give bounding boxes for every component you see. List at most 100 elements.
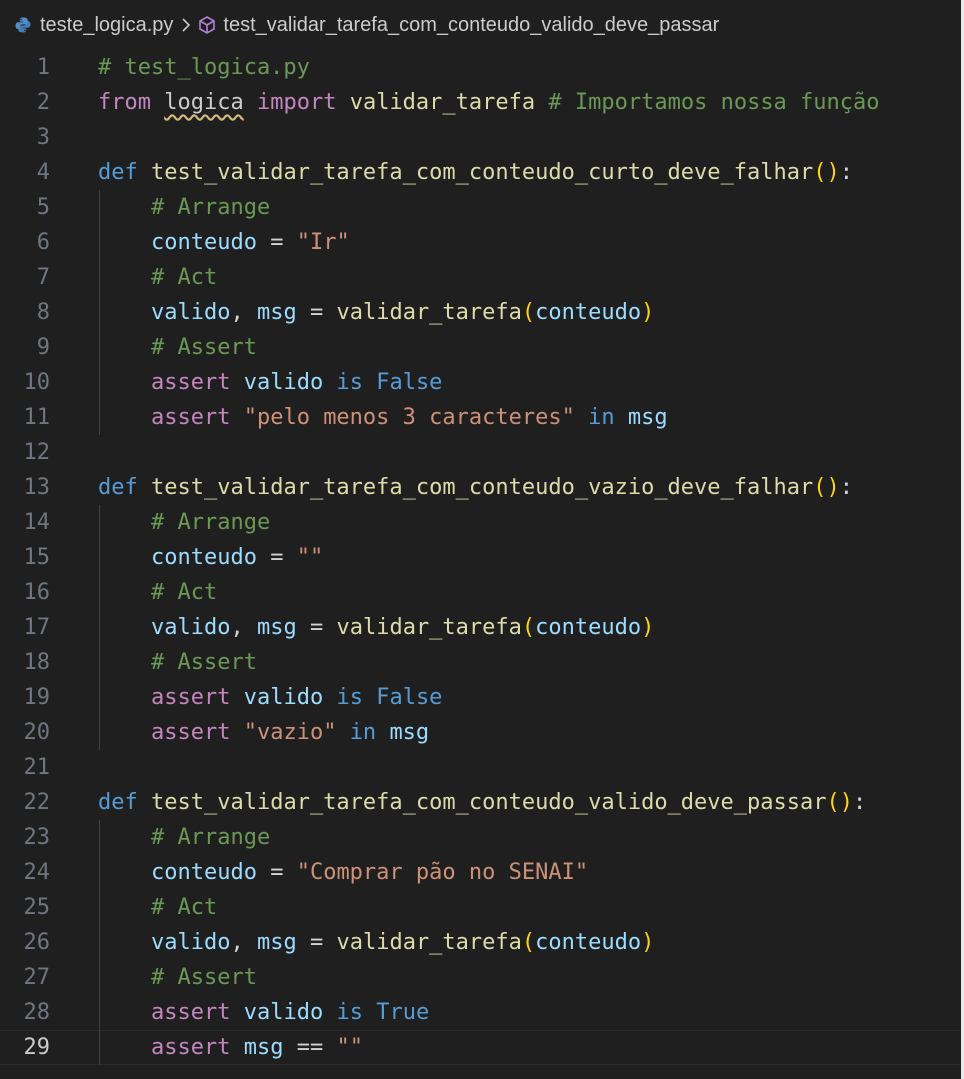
line-number: 5 <box>36 195 50 220</box>
code-area[interactable]: 1 # test_logica.py 2 from logica import val… <box>0 50 961 1065</box>
code-line[interactable]: 11 assert "pelo menos 3 caracteres" in m… <box>0 400 961 435</box>
code-token: msg <box>256 615 297 640</box>
code-token: () <box>826 790 854 815</box>
code-line[interactable]: 15 conteudo = "" <box>0 540 961 575</box>
code-line[interactable]: 2 from logica import validar_tarefa # Imp… <box>0 85 961 120</box>
code-text: # test_logica.py <box>98 50 310 85</box>
code-token: validar_tarefa <box>336 300 522 325</box>
code-text: # Act <box>98 890 217 925</box>
line-number: 20 <box>23 720 51 745</box>
code-token: = <box>256 545 297 570</box>
code-token: assert <box>150 720 231 745</box>
code-token: ) <box>641 930 655 955</box>
code-token: valido <box>150 615 231 640</box>
code-token: # Arrange <box>150 195 271 220</box>
code-line[interactable]: 4 def test_validar_tarefa_com_conteudo_cu… <box>0 155 961 190</box>
code-line[interactable]: 16 # Act <box>0 575 961 610</box>
line-number: 26 <box>23 930 51 955</box>
code-token: # Arrange <box>150 510 271 535</box>
code-line[interactable]: 28 assert valido is True <box>0 995 961 1030</box>
line-number: 6 <box>36 230 50 255</box>
code-line[interactable]: 21 <box>0 750 961 785</box>
code-token: valido <box>150 300 231 325</box>
code-text: valido, msg = validar_tarefa(conteudo) <box>98 295 654 330</box>
code-text: valido, msg = validar_tarefa(conteudo) <box>98 925 654 960</box>
line-number: 13 <box>23 475 51 500</box>
code-line[interactable]: 23 # Arrange <box>0 820 961 855</box>
code-token: conteudo <box>535 615 642 640</box>
code-line[interactable]: 7 # Act <box>0 260 961 295</box>
code-token: assert <box>150 370 231 395</box>
breadcrumb-symbol[interactable]: test_validar_tarefa_com_conteudo_valido_… <box>223 14 719 37</box>
line-number: 24 <box>23 860 51 885</box>
code-line[interactable]: 3 <box>0 120 961 155</box>
line-number: 28 <box>23 1000 51 1025</box>
line-number: 12 <box>23 440 51 465</box>
code-line[interactable]: 9 # Assert <box>0 330 961 365</box>
code-line[interactable]: 17 valido, msg = validar_tarefa(conteudo… <box>0 610 961 645</box>
code-token: def <box>98 475 138 500</box>
code-token: True <box>376 1000 430 1025</box>
code-line[interactable]: 12 <box>0 435 961 470</box>
code-text: assert valido is False <box>98 680 442 715</box>
code-token: valido <box>243 685 324 710</box>
code-line[interactable]: 13 def test_validar_tarefa_com_conteudo_v… <box>0 470 961 505</box>
code-editor[interactable]: teste_logica.py test_validar_tarefa_com_… <box>0 0 964 1079</box>
code-line[interactable]: 5 # Arrange <box>0 190 961 225</box>
code-token: ( <box>521 615 536 640</box>
code-token: msg <box>627 405 668 430</box>
code-text: conteudo = "Ir" <box>98 225 350 260</box>
code-line[interactable]: 29 assert msg == "" <box>0 1030 961 1065</box>
code-token: msg <box>243 1035 284 1060</box>
code-token: validar_tarefa <box>336 615 522 640</box>
code-token: ( <box>521 300 536 325</box>
code-token: # Arrange <box>150 825 271 850</box>
code-line[interactable]: 14 # Arrange <box>0 505 961 540</box>
line-number: 3 <box>36 125 50 150</box>
breadcrumb-file[interactable]: teste_logica.py <box>40 14 173 37</box>
code-line[interactable]: 26 valido, msg = validar_tarefa(conteudo… <box>0 925 961 960</box>
code-line[interactable]: 24 conteudo = "Comprar pão no SENAI" <box>0 855 961 890</box>
code-text: assert valido is False <box>98 365 442 400</box>
code-line[interactable]: 27 # Assert <box>0 960 961 995</box>
indent-guide <box>99 505 100 750</box>
line-number: 19 <box>23 685 51 710</box>
line-number: 11 <box>23 405 51 430</box>
code-text: assert msg == "" <box>98 1031 363 1064</box>
code-token: # Act <box>150 580 218 605</box>
code-line[interactable]: 18 # Assert <box>0 645 961 680</box>
method-cube-icon <box>197 15 217 35</box>
code-token: assert <box>150 405 231 430</box>
code-line[interactable]: 1 # test_logica.py <box>0 50 961 85</box>
code-token: = <box>296 930 337 955</box>
code-line[interactable]: 22 def test_validar_tarefa_com_conteudo_v… <box>0 785 961 820</box>
code-token: ) <box>641 615 655 640</box>
code-line[interactable]: 10 assert valido is False <box>0 365 961 400</box>
code-token: : <box>839 160 854 185</box>
code-token: False <box>376 685 443 710</box>
chevron-right-icon <box>181 17 191 33</box>
code-text: # Assert <box>98 960 257 995</box>
code-line[interactable]: 19 assert valido is False <box>0 680 961 715</box>
code-line[interactable]: 20 assert "vazio" in msg <box>0 715 961 750</box>
code-line[interactable]: 25 # Act <box>0 890 961 925</box>
code-text: # Act <box>98 260 217 295</box>
code-line[interactable]: 6 conteudo = "Ir" <box>0 225 961 260</box>
code-text: # Act <box>98 575 217 610</box>
code-line[interactable]: 8 valido, msg = validar_tarefa(conteudo) <box>0 295 961 330</box>
